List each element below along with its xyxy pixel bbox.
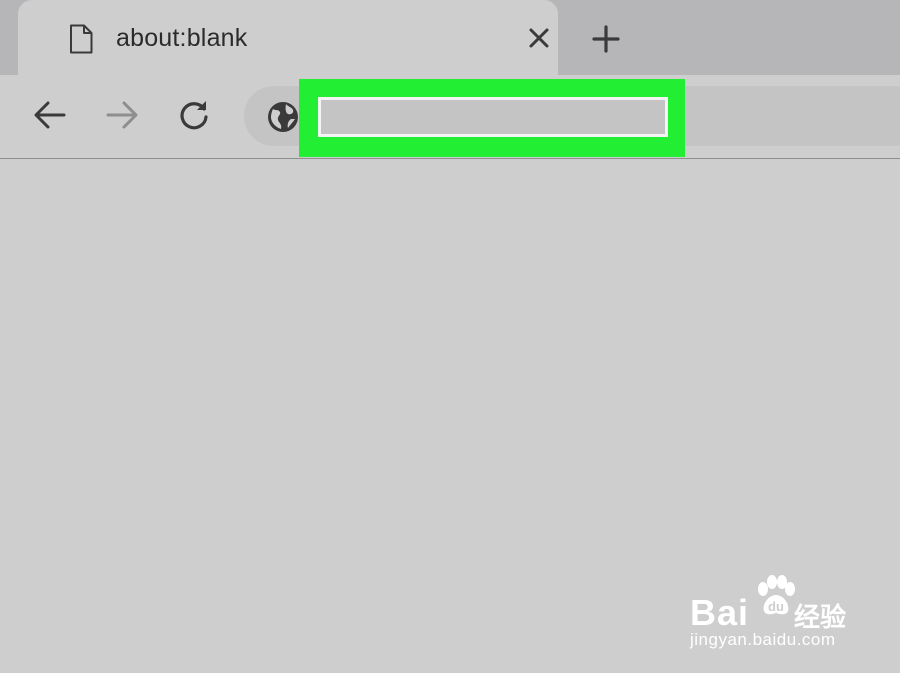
- watermark: Bai du 经验 jingyan.baidu.com: [690, 575, 880, 660]
- address-bar-input[interactable]: [318, 97, 668, 137]
- new-tab-button[interactable]: [588, 21, 624, 57]
- forward-button[interactable]: [102, 95, 142, 135]
- globe-icon: [268, 102, 298, 132]
- arrow-left-icon: [34, 101, 66, 129]
- close-icon: [529, 28, 549, 48]
- arrow-right-icon: [106, 101, 138, 129]
- reload-button[interactable]: [174, 95, 214, 135]
- tab-close-button[interactable]: [524, 23, 554, 53]
- tab-title: about:blank: [116, 24, 248, 52]
- watermark-url: jingyan.baidu.com: [690, 630, 836, 649]
- paw-icon: du: [758, 575, 795, 615]
- tab-about-blank[interactable]: about:blank: [18, 0, 558, 80]
- back-button[interactable]: [30, 95, 70, 135]
- blank-page-icon: [70, 24, 93, 54]
- watermark-brand-suffix: 经验: [794, 602, 847, 632]
- reload-icon: [180, 101, 208, 130]
- watermark-brand: Bai: [690, 592, 750, 633]
- plus-icon: [592, 25, 620, 53]
- svg-text:du: du: [768, 599, 784, 614]
